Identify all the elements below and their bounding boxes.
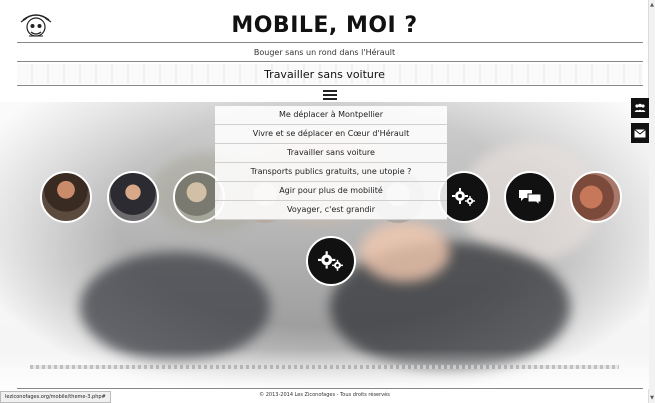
people-icon <box>634 103 646 112</box>
menu-item-voyager[interactable]: Voyager, c'est grandir <box>215 201 447 220</box>
footer-divider <box>17 388 643 389</box>
chat-bubbles-icon <box>506 173 554 221</box>
menu-item-montpellier[interactable]: Me déplacer à Montpellier <box>215 106 447 125</box>
side-tab-people[interactable] <box>631 98 649 118</box>
mail-icon <box>634 128 646 137</box>
section-title: Travailler sans voiture <box>264 68 385 81</box>
menu-item-travailler[interactable]: Travailler sans voiture <box>215 144 447 163</box>
vertical-scrollbar[interactable]: ▲ ▼ <box>648 0 655 403</box>
tagline-divider <box>17 61 643 62</box>
menu-item-agir[interactable]: Agir pour plus de mobilité <box>215 182 447 201</box>
chat-circle-button[interactable] <box>504 171 556 223</box>
theme-dropdown-menu: Me déplacer à Montpellier Vivre et se dé… <box>215 106 447 220</box>
gears-icon <box>440 173 488 221</box>
portrait-circle-6[interactable] <box>570 171 622 223</box>
scroll-down-icon[interactable]: ▼ <box>649 395 655 401</box>
menu-item-transports-gratuits[interactable]: Transports publics gratuits, une utopie … <box>215 163 447 182</box>
side-tab-mail[interactable] <box>631 123 649 143</box>
browser-status-url: leziconofages.org/mobile/theme-3.php# <box>0 391 111 403</box>
menu-toggle-icon[interactable] <box>323 90 337 100</box>
center-gears-button[interactable] <box>306 236 356 286</box>
site-tagline: Bouger sans un rond dans l'Hérault <box>253 48 396 57</box>
scroll-up-icon[interactable]: ▲ <box>649 2 655 8</box>
section-divider <box>17 85 643 86</box>
site-title[interactable]: MOBILE, MOI ? <box>0 13 649 38</box>
gears-icon <box>318 251 343 271</box>
menu-item-coeur-herault[interactable]: Vivre et se déplacer en Cœur d'Hérault <box>215 125 447 144</box>
portrait-circle-1[interactable] <box>40 171 92 223</box>
header-divider <box>17 42 643 43</box>
portrait-circle-2[interactable] <box>107 171 159 223</box>
